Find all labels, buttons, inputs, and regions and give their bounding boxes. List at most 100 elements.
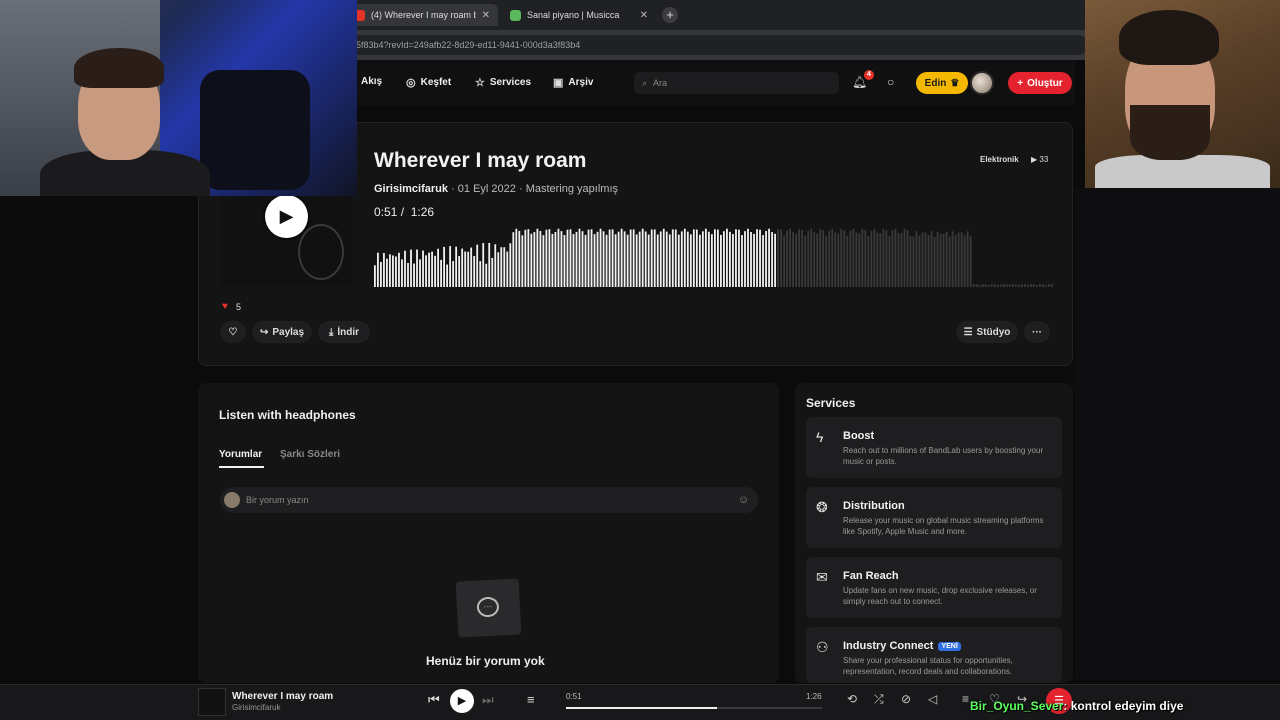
waveform-bar — [798, 229, 801, 287]
service-card-boost[interactable]: ϟ Boost Reach out to millions of BandLab… — [806, 417, 1062, 478]
waveform-bar — [506, 251, 509, 287]
waveform-bar — [981, 284, 984, 287]
waveform-bar — [629, 229, 632, 287]
next-icon[interactable]: ⏭︎ — [482, 692, 494, 708]
player-play-button[interactable]: ▶ — [450, 689, 474, 713]
waveform-bar — [942, 233, 945, 287]
new-badge: YENİ — [938, 641, 961, 651]
share-button[interactable]: ↪ Paylaş — [252, 321, 312, 343]
browser-tab[interactable]: Sanal piyano | Musicca ✕ — [502, 4, 656, 26]
waveform-bar — [954, 234, 957, 287]
download-button[interactable]: ⤓ İndir — [318, 321, 370, 343]
nav-item-archive[interactable]: ▣ Arşiv — [553, 76, 593, 89]
service-card-fan-reach[interactable]: ✉ Fan Reach Update fans on new music, dr… — [806, 557, 1062, 618]
repeat-icon[interactable]: ⟲ — [847, 692, 857, 706]
player-artist[interactable]: Girisimcifaruk — [232, 703, 280, 712]
waveform-bar — [915, 231, 918, 287]
waveform-bar — [482, 243, 485, 287]
waveform-bar — [395, 256, 397, 287]
service-card-industry-connect[interactable]: ⚇ Industry Connect YENİ Share your profe… — [806, 627, 1062, 683]
tab-comments[interactable]: Yorumlar — [219, 449, 262, 460]
previous-icon[interactable]: ⏮︎ — [428, 692, 440, 708]
waveform-bar — [759, 229, 761, 287]
avatar[interactable] — [970, 71, 994, 95]
radio-off-icon[interactable]: ⊘ — [901, 692, 911, 706]
waveform-bar — [750, 231, 752, 287]
waveform-bar — [1047, 284, 1050, 287]
waveform-bar — [458, 256, 461, 287]
waveform-bar — [650, 229, 653, 287]
nav-label: Keşfet — [420, 77, 452, 88]
create-button[interactable]: + Oluştur — [1008, 72, 1072, 94]
waveform-bar — [768, 228, 770, 287]
player-title[interactable]: Wherever I may roam — [232, 691, 333, 702]
waveform-bar — [608, 229, 611, 287]
waveform-bar — [425, 255, 427, 287]
more-icon: ··· — [1032, 326, 1042, 338]
edin-button[interactable]: Edin ♛ — [916, 72, 968, 94]
waveform-bar — [683, 228, 686, 287]
waveform-bar — [551, 233, 554, 287]
edin-label: Edin — [924, 77, 947, 89]
playlist-icon[interactable]: ≡ — [962, 692, 969, 706]
queue-icon[interactable]: ≡ — [527, 692, 535, 707]
service-card-distribution[interactable]: ❂ Distribution Release your music on glo… — [806, 487, 1062, 548]
waveform-bar — [503, 247, 506, 287]
comment-input[interactable]: Bir yorum yazın — [220, 487, 758, 513]
search-icon: ⌕ — [642, 77, 648, 88]
waveform-bar — [674, 229, 677, 287]
snake-emblem-icon — [298, 224, 344, 280]
play-button[interactable]: ▶ — [265, 195, 308, 238]
waveform-bar — [870, 230, 873, 287]
waveform-bar — [963, 235, 966, 287]
close-icon[interactable]: ✕ — [640, 10, 648, 21]
browser-tab-active[interactable]: (4) Wherever I may roam beste ✕ — [346, 4, 498, 26]
waveform-bar — [401, 259, 403, 287]
waveform-bar — [704, 228, 707, 287]
shuffle-icon[interactable]: ⤮ — [874, 692, 884, 707]
waveform-bar — [783, 235, 785, 287]
waveform-bar — [960, 232, 963, 287]
url-input[interactable]: 5f83b4?revId=249afb22-8d29-ed11-9441-000… — [348, 35, 1088, 55]
compass-icon: ◎ — [406, 77, 416, 89]
search-placeholder: Ara — [653, 78, 668, 88]
nav-item-explore[interactable]: ◎ Keşfet — [406, 76, 451, 89]
waveform-bar — [918, 235, 921, 287]
new-tab-button[interactable]: + — [662, 7, 678, 23]
nav-item-feed[interactable]: Akış — [361, 76, 382, 87]
waveform-bar — [723, 231, 725, 287]
genre-tag[interactable]: Elektronik — [980, 155, 1019, 164]
like-button[interactable]: ♡ — [220, 321, 246, 343]
track-meta: Girisimcifaruk · 01 Eyl 2022 · Mastering… — [374, 183, 618, 195]
heart-icon: ♥ — [222, 301, 228, 312]
waveform-bar — [993, 283, 996, 287]
tab-lyrics[interactable]: Şarkı Sözleri — [280, 449, 340, 460]
chat-icon[interactable]: ○ — [887, 75, 894, 89]
waveform-bar — [975, 284, 978, 287]
artist-link[interactable]: Girisimcifaruk — [374, 183, 448, 195]
waveform-bar — [984, 283, 987, 287]
emoji-icon[interactable]: ☺ — [738, 494, 749, 506]
star-icon: ☆ — [475, 77, 485, 89]
waveform-bar — [569, 229, 572, 287]
waveform-bar — [407, 263, 409, 287]
waveform-bar — [479, 261, 482, 287]
waveform[interactable] — [374, 225, 1054, 287]
close-icon[interactable]: ✕ — [482, 10, 490, 21]
nav-item-services[interactable]: ☆ Services — [475, 76, 531, 89]
waveform-bar — [765, 231, 767, 287]
waveform-bar — [656, 234, 659, 287]
waveform-bar — [626, 234, 629, 287]
waveform-bar — [392, 255, 394, 287]
waveform-bar — [789, 228, 792, 287]
lightning-icon: ϟ — [816, 429, 824, 445]
search-input[interactable]: ⌕ Ara — [634, 72, 839, 94]
waveform-bar — [849, 230, 852, 287]
waveform-bar — [653, 229, 656, 287]
waveform-bar — [837, 233, 840, 287]
studio-button[interactable]: ☰ Stüdyo — [956, 321, 1018, 343]
volume-icon[interactable]: ◁ — [928, 692, 937, 706]
waveform-bar — [518, 230, 521, 287]
more-button[interactable]: ··· — [1024, 321, 1050, 343]
waveform-bar — [590, 229, 593, 287]
